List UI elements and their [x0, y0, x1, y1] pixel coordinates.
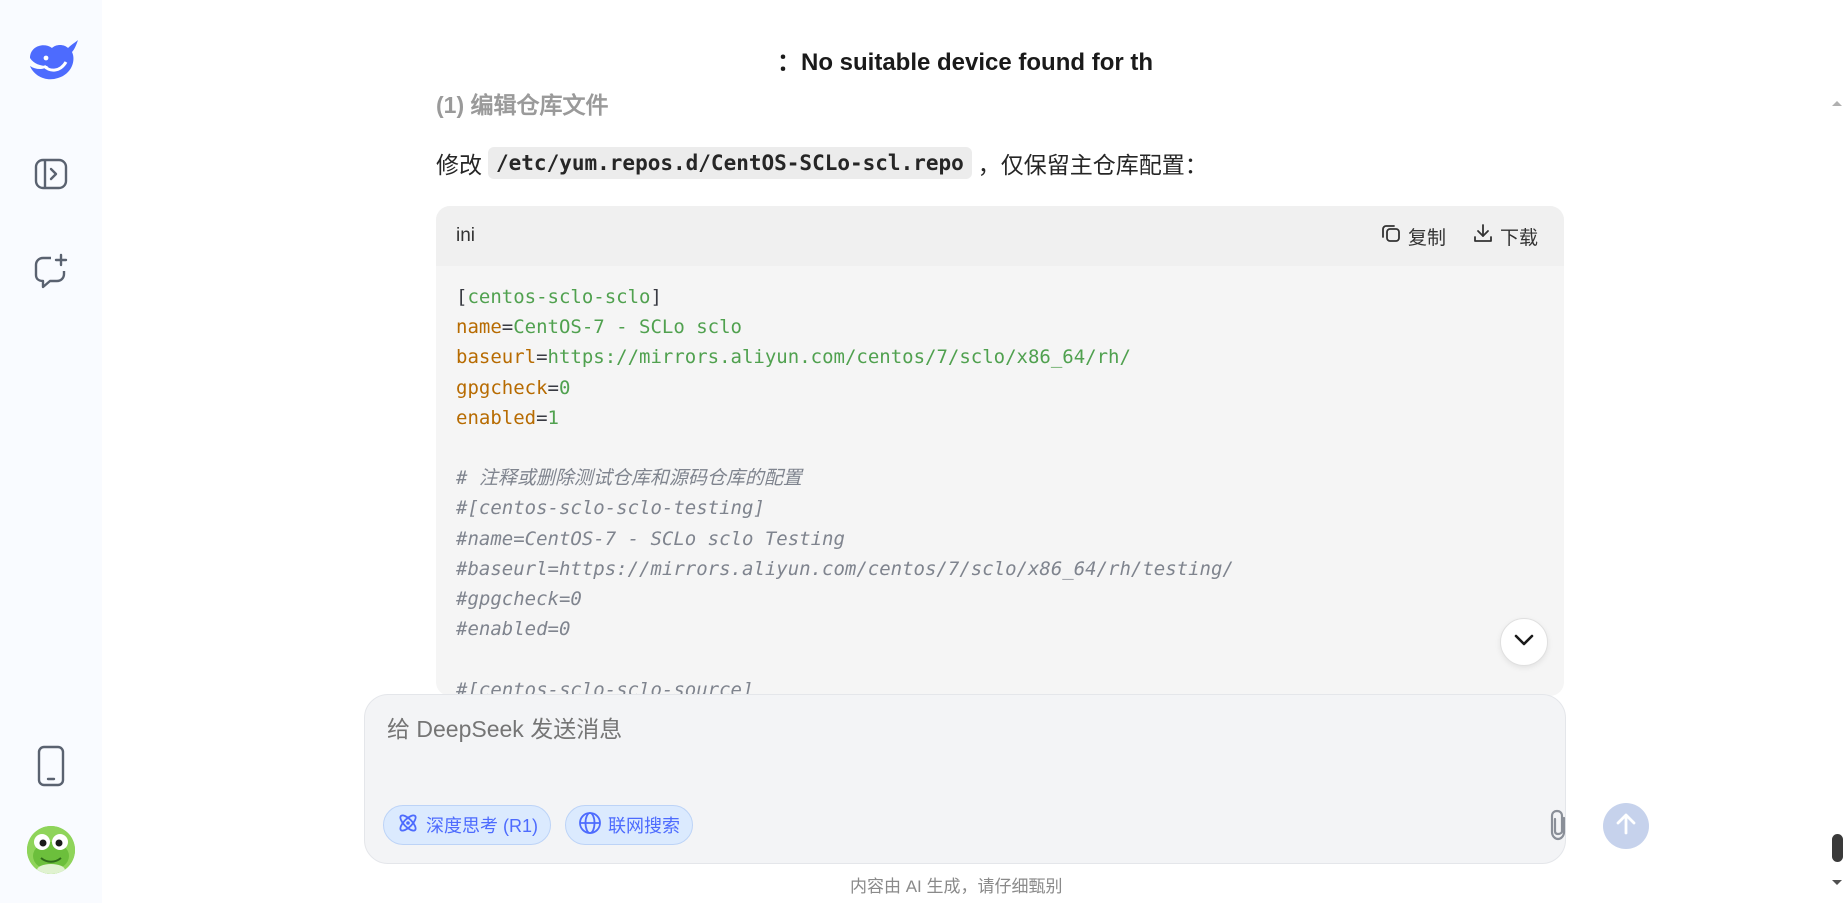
paragraph-text-before: 修改 [436, 152, 482, 178]
chevron-down-icon [1513, 633, 1535, 652]
copy-label: 复制 [1407, 227, 1446, 249]
code-line: [centos-sclo-sclo] [456, 282, 1544, 312]
atom-icon [396, 811, 420, 840]
code-token: 0 [558, 376, 571, 399]
code-token: = [501, 316, 514, 339]
code-content: [centos-sclo-sclo] name=CentOS-7 - SCLo s… [436, 266, 1564, 696]
code-block-header: ini 复制 下载 [436, 206, 1564, 266]
web-search-label: 联网搜索 [608, 816, 680, 836]
code-line: #enabled=0 [456, 614, 1544, 644]
code-token: #name=CentOS-7 - SCLo sclo Testing [456, 527, 845, 550]
web-search-toggle[interactable]: 联网搜索 [565, 805, 693, 845]
message-composer: 深度思考 (R1) 联网搜索 [364, 694, 1649, 864]
code-token: centos-sclo-sclo [467, 286, 651, 308]
download-icon [1472, 222, 1494, 250]
chat-main: ：No suitable device found for th (1) 编辑仓… [102, 0, 1826, 903]
code-line: baseurl=https://mirrors.aliyun.com/cento… [456, 342, 1544, 372]
code-line: # 注释或删除测试仓库和源码仓库的配置 [456, 463, 1544, 493]
send-button[interactable] [1603, 803, 1649, 849]
code-line: #[centos-sclo-sclo-source] [456, 675, 1544, 696]
code-token: #baseurl=https://mirrors.aliyun.com/cent… [456, 557, 1234, 580]
code-line: #gpgcheck=0 [456, 584, 1544, 614]
globe-icon [578, 811, 602, 840]
code-token: [ [456, 286, 468, 308]
copy-icon [1380, 222, 1402, 250]
code-token: baseurl [456, 346, 537, 369]
code-token: # 注释或删除测试仓库和源码仓库的配置 [456, 467, 802, 490]
user-avatar[interactable] [27, 826, 75, 874]
code-token: #enabled=0 [456, 618, 571, 641]
mobile-app-icon[interactable] [30, 745, 72, 787]
code-token: #gpgcheck=0 [456, 588, 582, 611]
ai-disclaimer: 内容由 AI 生成，请仔细甄别 [850, 877, 1063, 896]
code-token: = [536, 346, 548, 369]
code-token: name [456, 316, 502, 339]
deepseek-logo-icon[interactable] [26, 36, 80, 84]
scroll-thumb[interactable] [1832, 834, 1843, 862]
download-label: 下载 [1499, 227, 1538, 249]
inline-code-path: /etc/yum.repos.d/CentOS-SCLo-scl.repo [488, 147, 972, 179]
deep-think-toggle[interactable]: 深度思考 (R1) [383, 805, 551, 845]
arrow-up-icon [1615, 812, 1637, 841]
instruction-paragraph: 修改 /etc/yum.repos.d/CentOS-SCLo-scl.repo… [436, 146, 1208, 180]
code-token: 1 [547, 406, 559, 429]
copy-button[interactable]: 复制 [1380, 222, 1446, 250]
code-token: ] [650, 286, 662, 308]
code-token: gpgcheck [456, 376, 548, 399]
paperclip-icon[interactable] [1541, 807, 1577, 843]
scroll-up-arrow-icon[interactable] [1830, 96, 1844, 110]
code-block: ini 复制 下载 [centos-sclo-sclo] name=CentOS… [436, 206, 1564, 696]
sidebar [0, 0, 102, 903]
section-heading: (1) 编辑仓库文件 [436, 92, 609, 118]
code-line: name=CentOS-7 - SCLo sclo [456, 312, 1544, 342]
code-token: = [547, 376, 559, 399]
paragraph-text-after: ，仅保留主仓库配置： [977, 152, 1208, 178]
deep-think-label: 深度思考 (R1) [426, 816, 538, 836]
code-line: gpgcheck=0 [456, 373, 1544, 403]
page-scrollbar[interactable] [1826, 0, 1848, 903]
code-token: https://mirrors.aliyun.com/centos/7/sclo… [547, 346, 1131, 369]
code-line: #name=CentOS-7 - SCLo sclo Testing [456, 524, 1544, 554]
code-token: #[centos-sclo-sclo-testing] [456, 497, 765, 520]
code-language-label: ini [456, 225, 476, 246]
scroll-down-arrow-icon[interactable] [1830, 876, 1844, 890]
code-line: #[centos-sclo-sclo-testing] [456, 493, 1544, 523]
message-input[interactable] [385, 715, 1485, 744]
code-line: enabled=1 [456, 403, 1544, 433]
scroll-to-bottom-button[interactable] [1500, 618, 1548, 666]
code-token: = [536, 406, 548, 429]
code-token: enabled [456, 406, 537, 429]
download-button[interactable]: 下载 [1472, 222, 1538, 250]
code-token: CentOS-7 - SCLo sclo [513, 316, 742, 339]
open-sidebar-icon[interactable] [30, 153, 72, 195]
new-chat-icon[interactable] [30, 250, 72, 292]
conversation-title: ：No suitable device found for th [777, 49, 1154, 76]
code-line: #baseurl=https://mirrors.aliyun.com/cent… [456, 554, 1544, 584]
code-actions: 复制 下载 [1380, 222, 1538, 250]
